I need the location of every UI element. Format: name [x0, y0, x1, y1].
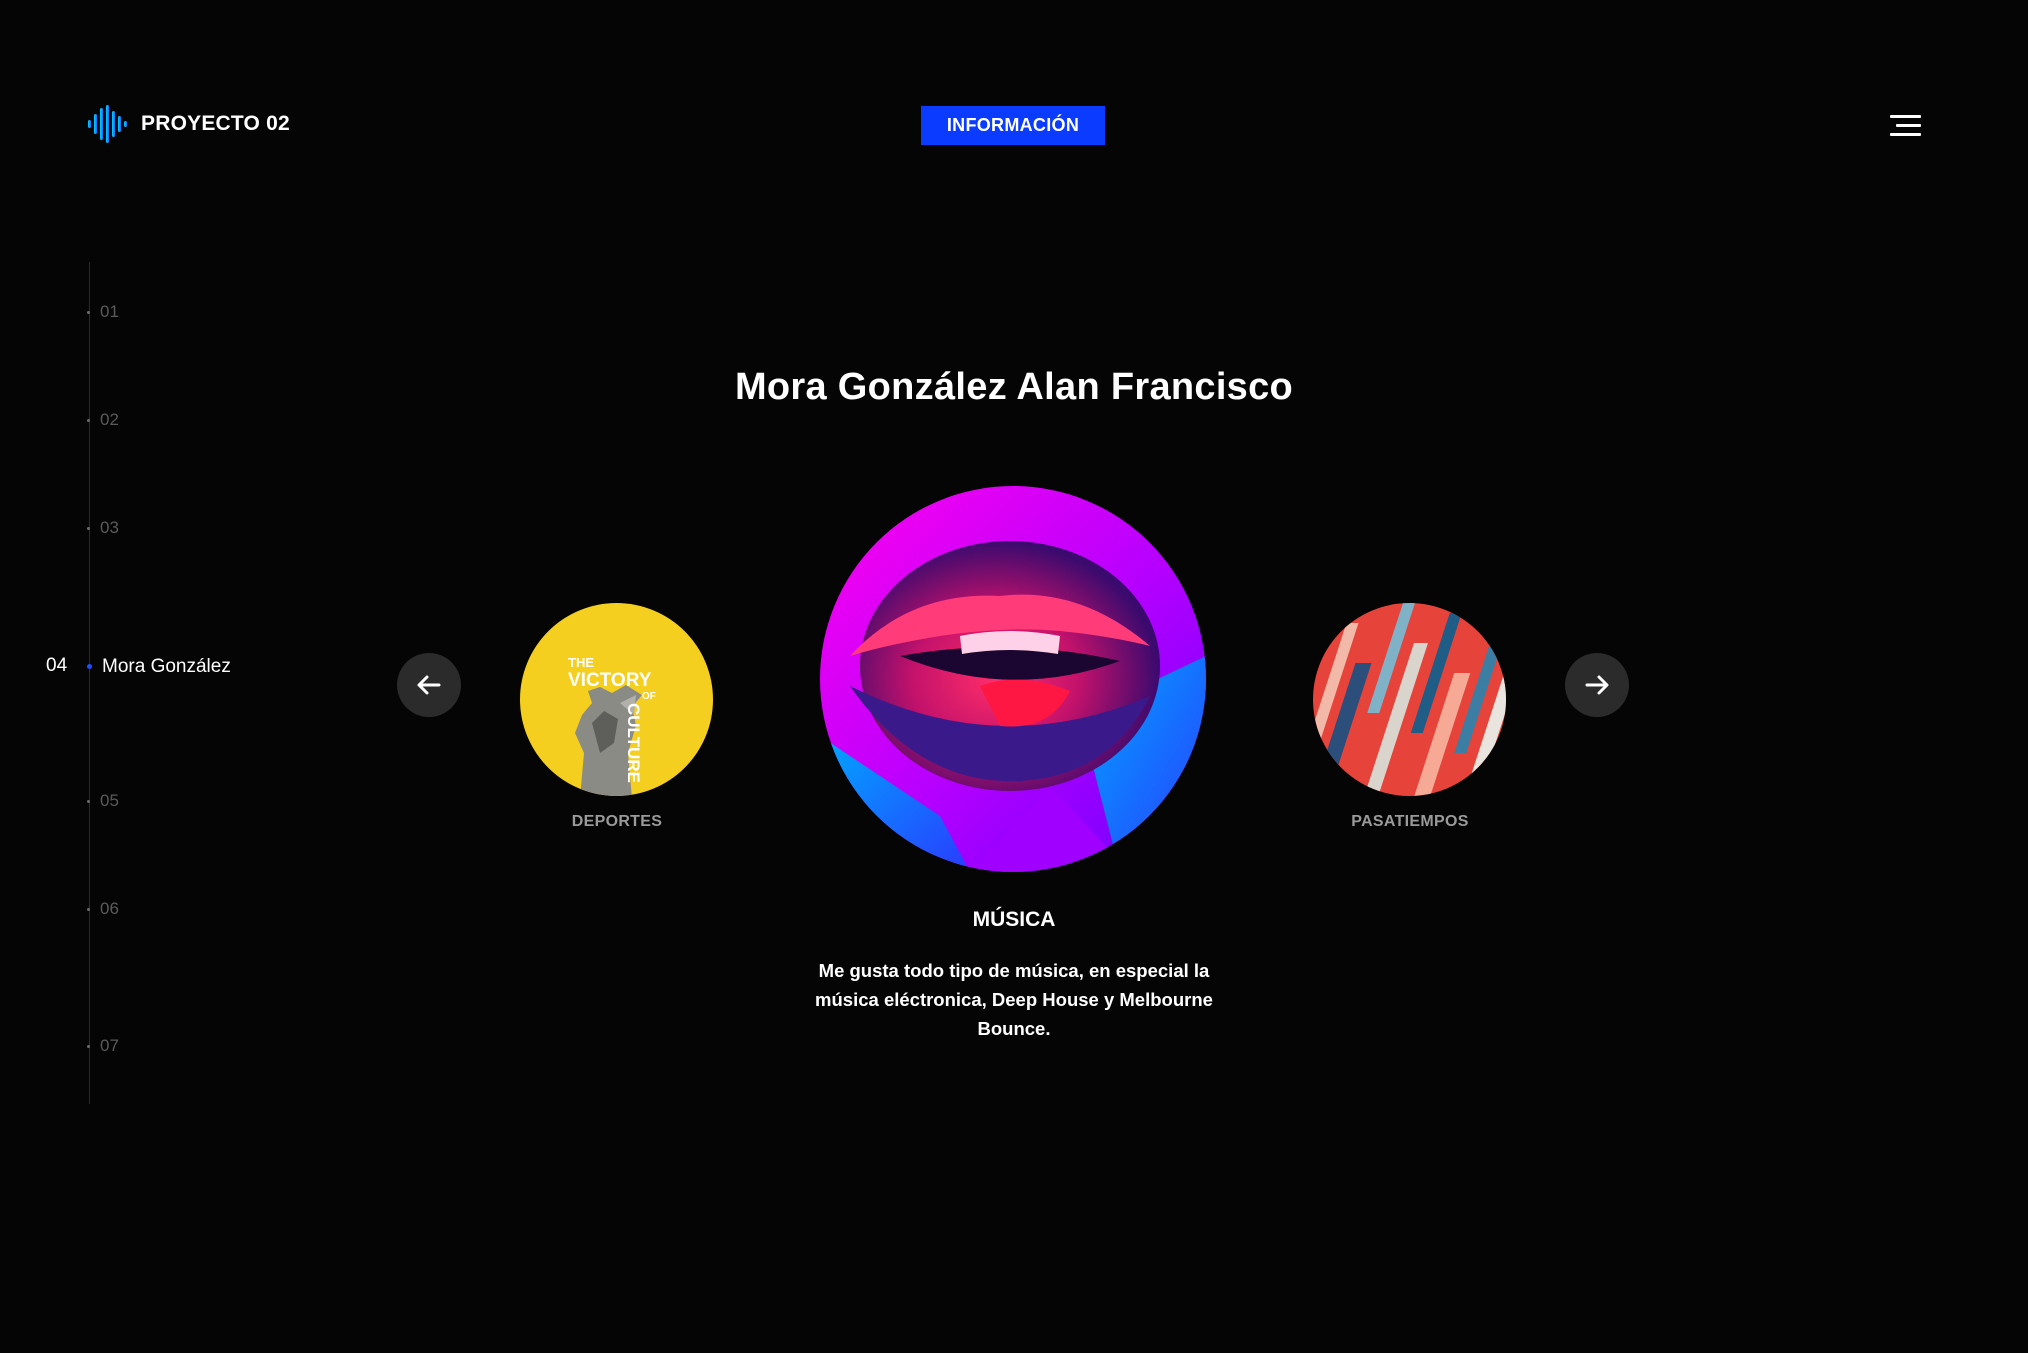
musica-label: MÚSICA [972, 908, 1056, 931]
pasatiempos-label: PASATIEMPOS [1351, 813, 1469, 830]
hamburger-icon[interactable] [1890, 111, 1922, 141]
timeline-item-05[interactable]: 05 [87, 791, 119, 811]
deportes-image[interactable]: THE VICTORY OF CULTURE [520, 603, 713, 796]
geometric-pattern [1313, 603, 1506, 796]
logo-text: PROYECTO 02 [141, 112, 290, 135]
musica-description: Me gusta todo tipo de música, en especia… [815, 960, 1213, 1039]
info-button[interactable]: INFORMACIÓN [921, 106, 1105, 145]
arrow-right-icon [1585, 675, 1609, 695]
logo[interactable]: PROYECTO 02 [87, 104, 290, 144]
poster-text-the: THE [568, 655, 594, 670]
pasatiempos-image[interactable] [1313, 603, 1506, 796]
poster-text-victory: VICTORY [568, 670, 652, 691]
arrow-left-icon [417, 675, 441, 695]
timeline-active-marker [87, 664, 92, 669]
victory-culture-poster: THE VICTORY OF CULTURE [520, 603, 713, 796]
musica-image[interactable] [820, 486, 1206, 872]
prev-button[interactable] [397, 653, 461, 717]
poster-text-of: OF [642, 691, 656, 702]
timeline-item-07[interactable]: 07 [87, 1036, 119, 1056]
timeline-item-03[interactable]: 03 [87, 518, 119, 538]
timeline-item-01[interactable]: 01 [87, 302, 119, 322]
lips-artwork [820, 486, 1206, 872]
timeline-active-number[interactable]: 04 [46, 655, 67, 677]
page-title: Mora González Alan Francisco [734, 366, 1294, 408]
next-button[interactable] [1565, 653, 1629, 717]
timeline-active-name[interactable]: Mora González [102, 652, 262, 682]
poster-text-culture: CULTURE [624, 703, 643, 783]
timeline-item-02[interactable]: 02 [87, 410, 119, 430]
deportes-label: DEPORTES [571, 813, 663, 830]
audio-wave-icon [88, 105, 127, 143]
